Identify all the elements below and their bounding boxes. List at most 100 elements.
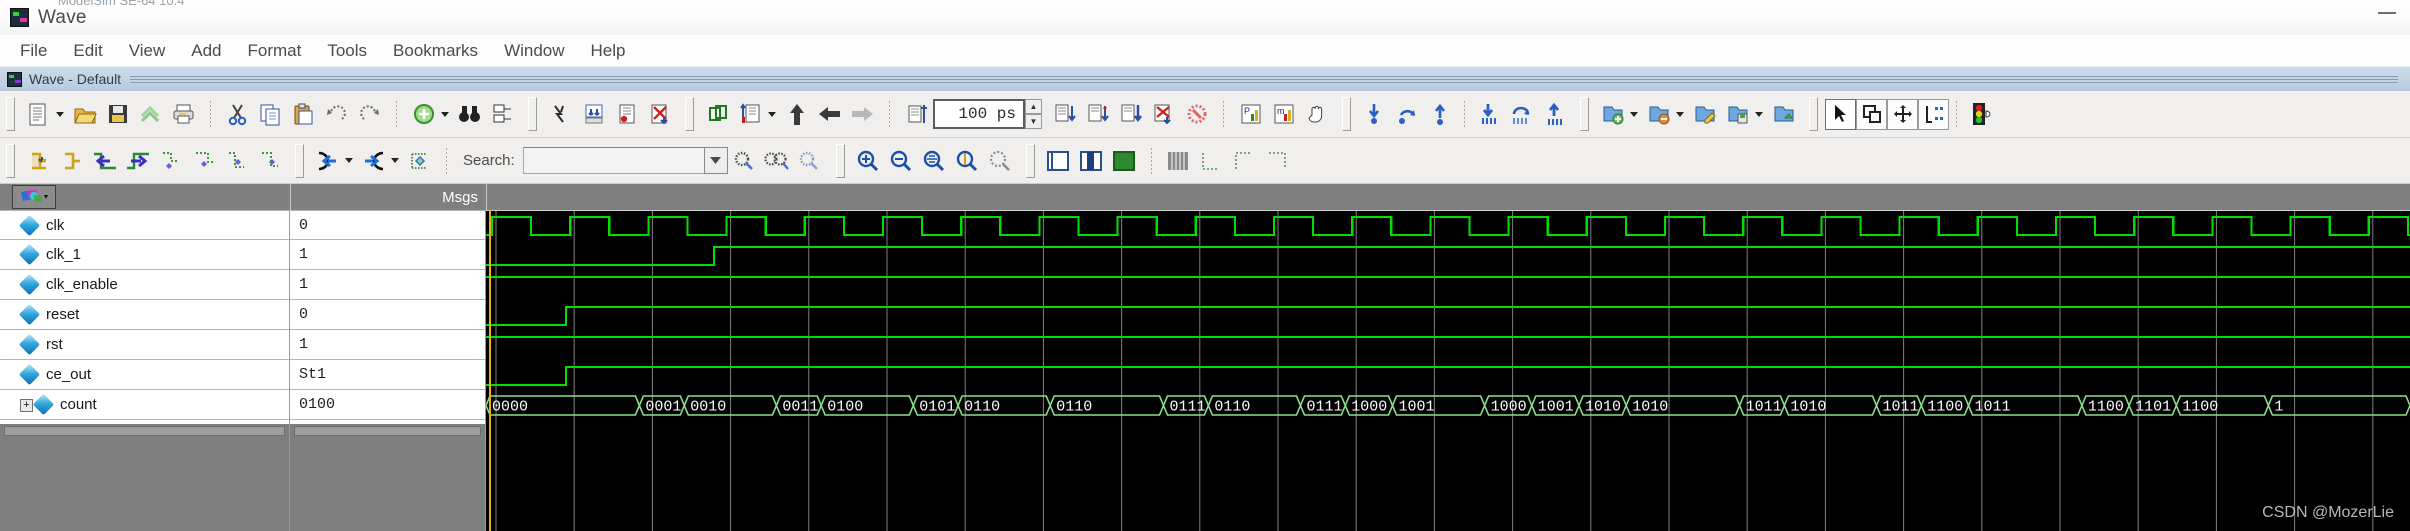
add-wave-cursor-icon[interactable]	[22, 144, 55, 177]
expand-signal-icon[interactable]	[311, 144, 344, 177]
breakpoint-list-icon[interactable]	[610, 98, 643, 131]
chevron-down-icon[interactable]	[768, 111, 776, 117]
zoom-out-icon[interactable]	[885, 144, 918, 177]
compile-all-icon[interactable]	[577, 98, 610, 131]
menu-item-window[interactable]: Window	[491, 39, 577, 63]
toolbar-grip[interactable]	[528, 97, 537, 131]
search-options-icon[interactable]	[794, 144, 827, 177]
waveform-canvas[interactable]: 0000 0001 0010 0011 0100 0101 0110 0110 0111 0110…	[486, 210, 2410, 531]
redo-icon[interactable]	[353, 98, 386, 131]
edit-dataset-icon[interactable]	[1688, 98, 1721, 131]
menu-item-format[interactable]: Format	[235, 39, 315, 63]
delete-marker-icon[interactable]	[1538, 98, 1571, 131]
find-prev-rising-icon[interactable]	[220, 144, 253, 177]
find-binoculars-icon[interactable]	[453, 98, 486, 131]
search-next-icon[interactable]	[761, 144, 794, 177]
zoom-cursor-icon[interactable]	[951, 144, 984, 177]
cut-scissors-icon[interactable]	[221, 98, 254, 131]
minimize-button[interactable]	[2378, 12, 2396, 14]
chevron-down-icon[interactable]	[391, 158, 399, 163]
search-prev-icon[interactable]	[728, 144, 761, 177]
open-dataset-icon[interactable]	[1767, 98, 1800, 131]
chevron-down-icon[interactable]	[345, 158, 353, 163]
run-all-icon[interactable]	[780, 98, 813, 131]
signal-row-ce-out[interactable]: ce_out	[0, 360, 289, 390]
pan-mode-icon[interactable]	[1887, 98, 1918, 130]
toolbar-grip[interactable]	[6, 143, 15, 178]
insert-cursor-icon[interactable]	[1358, 98, 1391, 131]
search-history-dropdown[interactable]	[703, 147, 728, 174]
stop-icon[interactable]	[1180, 98, 1213, 131]
find-next-falling-icon[interactable]	[187, 144, 220, 177]
toolbar-grip[interactable]	[1025, 143, 1035, 178]
prev-transition-icon[interactable]	[88, 144, 121, 177]
toolbar-grip[interactable]	[1342, 97, 1351, 131]
signal-properties-icon[interactable]	[12, 185, 56, 209]
remove-all-icon[interactable]	[643, 98, 676, 131]
chevron-down-icon[interactable]	[441, 111, 449, 117]
rotate-cursor-icon[interactable]	[1391, 98, 1424, 131]
add-circle-icon[interactable]	[407, 98, 440, 131]
find-next-rising-icon[interactable]	[253, 144, 286, 177]
toolbar-grip[interactable]	[1580, 97, 1589, 131]
grid-sparse-icon[interactable]	[1228, 144, 1261, 177]
menu-item-help[interactable]: Help	[578, 39, 639, 63]
copy-icon[interactable]	[254, 98, 287, 131]
chevron-down-icon[interactable]	[1755, 111, 1763, 117]
edit-mode-icon[interactable]	[1918, 98, 1949, 130]
run-length-spinner[interactable]: ▲ ▼	[1025, 99, 1042, 129]
zoom-full-icon[interactable]	[918, 144, 951, 177]
run-continue-disabled-icon[interactable]	[846, 98, 879, 131]
search-input[interactable]	[522, 147, 705, 174]
grid-dense-icon[interactable]	[1162, 144, 1195, 177]
paste-icon[interactable]	[287, 98, 320, 131]
signal-row-clk[interactable]: clk	[0, 210, 289, 240]
chevron-down-icon[interactable]	[1630, 111, 1638, 117]
properties-icon[interactable]	[486, 98, 519, 131]
signal-row-count[interactable]: + count	[0, 390, 289, 420]
save-icon[interactable]	[101, 98, 134, 131]
next-transition-icon[interactable]	[121, 144, 154, 177]
menu-item-file[interactable]: File	[7, 39, 60, 63]
toolbar-grip[interactable]	[1809, 97, 1818, 131]
zoom-in-icon[interactable]	[852, 144, 885, 177]
menu-item-edit[interactable]: Edit	[60, 39, 115, 63]
value-column-hscrollbar[interactable]	[294, 426, 481, 436]
simulate-icon[interactable]	[544, 98, 577, 131]
signal-row-reset[interactable]: reset	[0, 300, 289, 330]
pane-drag-handle[interactable]	[130, 75, 2398, 83]
break-icon[interactable]	[1147, 98, 1180, 131]
profile-performance-icon[interactable]: P	[1234, 98, 1267, 131]
remove-wave-cursor-icon[interactable]	[55, 144, 88, 177]
continue-run-icon[interactable]	[813, 98, 846, 131]
grid-medium-icon[interactable]	[1195, 144, 1228, 177]
signal-radix-icon[interactable]	[403, 144, 436, 177]
wave-compare-icon[interactable]	[1075, 144, 1108, 177]
zoom-range-icon[interactable]	[984, 144, 1017, 177]
run-length-icon[interactable]	[734, 98, 767, 131]
toolbar-grip[interactable]	[295, 143, 304, 178]
restart-icon[interactable]	[701, 98, 734, 131]
signal-row-rst[interactable]: rst	[0, 330, 289, 360]
run-length-field[interactable]: 100 ps	[933, 99, 1025, 129]
wave-expand-icon[interactable]	[1042, 144, 1075, 177]
memory-view-icon[interactable]: m	[1267, 98, 1300, 131]
step-over-icon[interactable]	[1081, 98, 1114, 131]
open-folder-icon[interactable]	[68, 98, 101, 131]
wave-fill-icon[interactable]	[1108, 144, 1141, 177]
signal-row-clk-1[interactable]: clk_1	[0, 240, 289, 270]
add-dataset-icon[interactable]	[1596, 98, 1629, 131]
menu-item-add[interactable]: Add	[178, 39, 234, 63]
remove-dataset-icon[interactable]	[1642, 98, 1675, 131]
undo-icon[interactable]	[320, 98, 353, 131]
rotate-marker-icon[interactable]	[1505, 98, 1538, 131]
grid-none-icon[interactable]	[1261, 144, 1294, 177]
run-length-marker-icon[interactable]	[900, 98, 933, 131]
chevron-down-icon[interactable]	[56, 111, 64, 117]
signal-row-clk-enable[interactable]: clk_enable	[0, 270, 289, 300]
chevron-down-icon[interactable]	[1676, 111, 1684, 117]
reload-icon[interactable]	[134, 98, 167, 131]
delete-cursor-icon[interactable]	[1424, 98, 1457, 131]
menu-item-bookmarks[interactable]: Bookmarks	[380, 39, 491, 63]
save-dataset-icon[interactable]	[1721, 98, 1754, 131]
